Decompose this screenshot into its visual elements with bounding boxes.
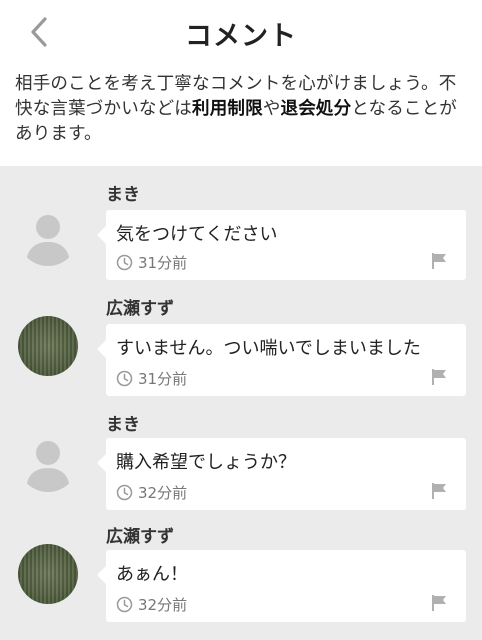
comment-username: 広瀬すず (106, 299, 174, 319)
notice-emphasis-usage-restriction: 利用制限 (192, 99, 263, 119)
comment-bubble: すいません。つい喘いでしまいました 31分前 (97, 324, 466, 396)
avatar[interactable] (18, 544, 78, 604)
comment-username: まき (106, 415, 140, 435)
comment-bubble: 気をつけてください 31分前 (97, 210, 466, 280)
report-flag-icon[interactable] (430, 594, 448, 612)
page-title: コメント (185, 21, 297, 52)
notice-text: や (262, 99, 281, 119)
header-bar: コメント (0, 0, 482, 64)
comment-timestamp: 32分前 (138, 483, 188, 502)
report-flag-icon[interactable] (430, 252, 448, 270)
comment-text: 購入希望でしょうか？ (116, 452, 296, 473)
comment-timestamp: 31分前 (138, 369, 188, 388)
comment-username: まき (106, 185, 140, 205)
comment-timestamp: 32分前 (138, 595, 188, 614)
comment-username: 広瀬すず (106, 527, 174, 547)
comment-text: あぁん！ (116, 564, 188, 585)
comment-bubble: あぁん！ 32分前 (97, 550, 466, 622)
clock-icon (116, 370, 133, 386)
comment-bubble: 購入希望でしょうか？ 32分前 (97, 438, 466, 510)
clock-icon (116, 254, 133, 270)
clock-icon (116, 484, 133, 500)
avatar[interactable] (18, 206, 78, 266)
comment-text: 気をつけてください (116, 224, 278, 245)
default-user-icon (26, 441, 70, 492)
comment-meta: 31分前 (116, 252, 187, 272)
avatar[interactable] (18, 432, 78, 492)
clock-icon (116, 596, 133, 612)
report-flag-icon[interactable] (430, 368, 448, 386)
default-user-icon (26, 215, 70, 266)
comment-meta: 31分前 (116, 368, 187, 388)
report-flag-icon[interactable] (430, 482, 448, 500)
comment-list: まき 気をつけてください 31分前 広瀬すず すいません。つい喘いでしまいました… (0, 166, 482, 640)
avatar[interactable] (18, 316, 78, 376)
notice-emphasis-account-removal: 退会処分 (280, 99, 352, 119)
comment-meta: 32分前 (116, 594, 187, 614)
comment-timestamp: 31分前 (138, 253, 188, 272)
comment-meta: 32分前 (116, 482, 187, 502)
comment-text: すいません。つい喘いでしまいました (116, 338, 421, 359)
comment-guideline-notice: 相手のことを考え丁寧なコメントを心がけましょう。不快な言葉づかいなどは利用制限や… (15, 72, 473, 147)
